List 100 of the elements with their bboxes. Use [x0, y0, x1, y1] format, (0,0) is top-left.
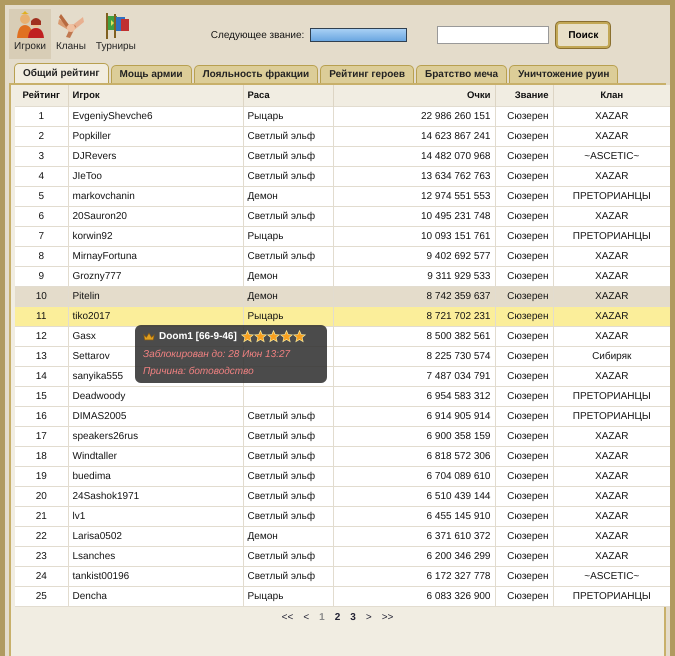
table-row[interactable]: 4 JIeToo Светлый эльф 13 634 762 763 Сюзерен XAZAR [15, 166, 670, 186]
page-link[interactable]: 2 [334, 612, 340, 623]
table-cell: XAZAR [553, 246, 670, 266]
column-header[interactable]: Раса [243, 85, 333, 106]
table-row[interactable]: 18 Windtaller Светлый эльф 6 818 572 306 Сюзерен XAZAR [15, 446, 670, 466]
table-cell: 14 623 867 241 [333, 126, 495, 146]
next-rank-label: Следующее звание: [210, 30, 304, 40]
table-cell: ПРЕТОРИАНЦЫ [553, 406, 670, 426]
table-cell: 14 [15, 366, 68, 386]
search-field[interactable] [437, 26, 550, 44]
page-link[interactable]: > [366, 612, 372, 623]
table-row[interactable]: 3 DJRevers Светлый эльф 14 482 070 968 Сюзерен ~ASCETIC~ [15, 146, 670, 166]
table-cell: Сюзерен [495, 266, 553, 286]
table-cell: Светлый эльф [243, 466, 333, 486]
table-cell: Демон [243, 286, 333, 306]
table-cell: 21 [15, 506, 68, 526]
page-link[interactable]: >> [382, 612, 394, 623]
table-cell: Сюзерен [495, 226, 553, 246]
table-cell: ПРЕТОРИАНЦЫ [553, 386, 670, 406]
table-row[interactable]: 24 tankist00196 Светлый эльф 6 172 327 778 Сюзерен ~ASCETIC~ [15, 566, 670, 586]
table-cell: Dencha [68, 586, 243, 606]
table-cell: 14 482 070 968 [333, 146, 495, 166]
table-cell: XAZAR [553, 206, 670, 226]
table-cell: Светлый эльф [243, 146, 333, 166]
table-row[interactable]: 16 DIMAS2005 Светлый эльф 6 914 905 914 Сюзерен ПРЕТОРИАНЦЫ [15, 406, 670, 426]
table-cell: 17 [15, 426, 68, 446]
column-header[interactable]: Клан [553, 85, 670, 106]
table-cell: XAZAR [553, 446, 670, 466]
table-cell: korwin92 [68, 226, 243, 246]
rating-tab[interactable]: Общий рейтинг [14, 63, 109, 83]
nav-tab[interactable]: Турниры [90, 9, 141, 59]
star-icon [254, 330, 267, 343]
table-cell: Сюзерен [495, 366, 553, 386]
table-row[interactable]: 25 Dencha Рыцарь 6 083 326 900 Сюзерен ПРЕТОРИАНЦЫ [15, 586, 670, 606]
table-cell: 8 [15, 246, 68, 266]
table-row[interactable]: 22 Larisa0502 Демон 6 371 610 372 Сюзерен XAZAR [15, 526, 670, 546]
rating-tab[interactable]: Рейтинг героев [320, 65, 414, 83]
rating-tab[interactable]: Братство меча [416, 65, 508, 83]
table-cell: Сюзерен [495, 506, 553, 526]
page-link[interactable]: << [282, 612, 294, 623]
table-cell: 10 [15, 286, 68, 306]
table-cell: Deadwoody [68, 386, 243, 406]
column-header[interactable]: Игрок [68, 85, 243, 106]
table-cell: XAZAR [553, 326, 670, 346]
table-cell: 12 [15, 326, 68, 346]
table-row[interactable]: 7 korwin92 Рыцарь 10 093 151 761 Сюзерен ПРЕТОРИАНЦЫ [15, 226, 670, 246]
table-cell: 7 487 034 791 [333, 366, 495, 386]
table-cell: Светлый эльф [243, 566, 333, 586]
table-row[interactable]: 8 MirnayFortuna Светлый эльф 9 402 692 577 Сюзерен XAZAR [15, 246, 670, 266]
table-row[interactable]: 1 EvgeniyShevche6 Рыцарь 22 986 260 151 Сюзерен XAZAR [15, 106, 670, 126]
table-cell: 3 [15, 146, 68, 166]
rating-tab[interactable]: Мощь армии [110, 65, 192, 83]
rating-tab[interactable]: Лояльность фракции [194, 65, 318, 83]
table-cell: Рыцарь [243, 306, 333, 326]
table-cell: Сюзерен [495, 286, 553, 306]
table-cell: 22 986 260 151 [333, 106, 495, 126]
table-cell: 22 [15, 526, 68, 546]
table-cell: XAZAR [553, 466, 670, 486]
table-row[interactable]: 21 lv1 Светлый эльф 6 455 145 910 Сюзерен XAZAR [15, 506, 670, 526]
table-cell: Рыцарь [243, 106, 333, 126]
table-cell: Сюзерен [495, 586, 553, 606]
table-row[interactable]: 15 Deadwoody 6 954 583 312 Сюзерен ПРЕТОРИАНЦЫ [15, 386, 670, 406]
table-row[interactable]: 5 markovchanin Демон 12 974 551 553 Сюзерен ПРЕТОРИАНЦЫ [15, 186, 670, 206]
column-header[interactable]: Звание [495, 85, 553, 106]
table-cell: ~ASCETIC~ [553, 566, 670, 586]
table-cell: Демон [243, 526, 333, 546]
table-cell: 11 [15, 306, 68, 326]
rating-tab[interactable]: Уничтожение руин [509, 65, 618, 83]
nav-tab[interactable]: Кланы [50, 9, 91, 59]
table-row[interactable]: 20 24Sashok1971 Светлый эльф 6 510 439 144 Сюзерен XAZAR [15, 486, 670, 506]
page-link[interactable]: 3 [350, 612, 356, 623]
table-cell: 2 [15, 126, 68, 146]
column-header[interactable]: Очки [333, 85, 495, 106]
table-row[interactable]: 6 20Sauron20 Светлый эльф 10 495 231 748 Сюзерен XAZAR [15, 206, 670, 226]
table-cell: Демон [243, 186, 333, 206]
table-row[interactable]: 2 Popkiller Светлый эльф 14 623 867 241 Сюзерен XAZAR [15, 126, 670, 146]
table-cell: Сюзерен [495, 306, 553, 326]
table-cell: 18 [15, 446, 68, 466]
table-cell: MirnayFortuna [68, 246, 243, 266]
table-row[interactable]: 23 Lsanches Светлый эльф 6 200 346 299 Сюзерен XAZAR [15, 546, 670, 566]
table-cell: 10 093 151 761 [333, 226, 495, 246]
search-button[interactable]: Поиск [556, 22, 610, 48]
page-link[interactable]: < [303, 612, 310, 623]
table-cell: Сибиряк [553, 346, 670, 366]
table-cell: XAZAR [553, 106, 670, 126]
table-row[interactable]: 11 tiko2017 Рыцарь 8 721 702 231 Сюзерен XAZAR [15, 306, 670, 326]
table-row[interactable]: 17 speakers26rus Светлый эльф 6 900 358 159 Сюзерен XAZAR [15, 426, 670, 446]
table-row[interactable]: 9 Grozny777 Демон 9 311 929 533 Сюзерен XAZAR [15, 266, 670, 286]
table-cell: 20 [15, 486, 68, 506]
table-cell: 10 495 231 748 [333, 206, 495, 226]
column-header[interactable]: Рейтинг [15, 85, 68, 106]
table-cell: 8 225 730 574 [333, 346, 495, 366]
table-row[interactable]: 10 Pitelin Демон 8 742 359 637 Сюзерен XAZAR [15, 286, 670, 306]
table-cell: Рыцарь [243, 226, 333, 246]
table-cell: XAZAR [553, 286, 670, 306]
nav-tab[interactable]: Игроки [9, 9, 51, 59]
table-cell: 5 [15, 186, 68, 206]
table-cell: Сюзерен [495, 346, 553, 366]
table-cell: 9 [15, 266, 68, 286]
table-row[interactable]: 19 buedima Светлый эльф 6 704 089 610 Сюзерен XAZAR [15, 466, 670, 486]
